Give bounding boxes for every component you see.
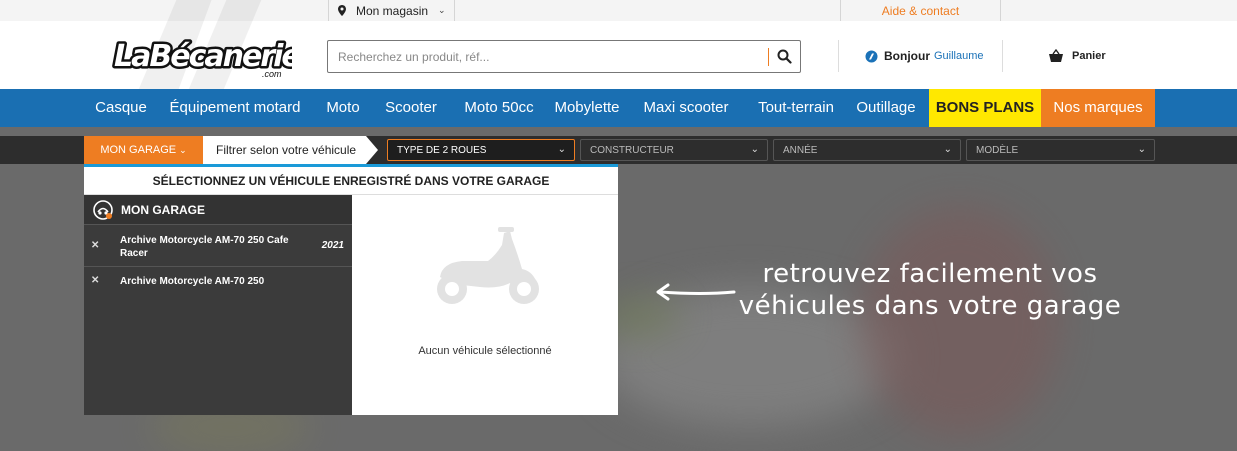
garage-sidebar-header: MON GARAGE: [84, 195, 352, 225]
panel-title: SÉLECTIONNEZ UN VÉHICULE ENREGISTRÉ DANS…: [84, 167, 618, 195]
vehicle-year: 2021: [321, 240, 344, 251]
garage-dropdown-panel: SÉLECTIONNEZ UN VÉHICULE ENREGISTRÉ DANS…: [84, 164, 618, 415]
empty-state-message: Aucun véhicule sélectionné: [418, 345, 552, 357]
callout-line-2: véhicules dans votre garage: [738, 291, 1122, 321]
remove-vehicle-icon[interactable]: ✕: [91, 275, 99, 286]
my-garage-button[interactable]: MON GARAGE ⌄: [84, 136, 203, 164]
year-value: ANNÉE: [783, 144, 818, 156]
garage-vehicle-item[interactable]: ✕ Archive Motorcycle AM-70 250 Cafe Race…: [84, 226, 352, 267]
help-contact-link[interactable]: Aide & contact: [840, 0, 1001, 21]
manufacturer-value: CONSTRUCTEUR: [590, 144, 674, 156]
vehicle-preview-area: Aucun véhicule sélectionné: [352, 195, 618, 415]
remove-vehicle-icon[interactable]: ✕: [91, 240, 99, 251]
chevron-down-icon: ⌄: [1137, 144, 1146, 155]
chevron-down-icon: ⌄: [750, 144, 759, 155]
search-box: [327, 40, 801, 73]
nav-item-casque[interactable]: Casque: [86, 89, 156, 127]
cart-link[interactable]: Panier: [1048, 49, 1106, 63]
vehicle-type-select[interactable]: TYPE DE 2 ROUES ⌄: [387, 139, 575, 161]
nav-item-tout-terrain[interactable]: Tout-terrain: [746, 89, 846, 127]
main-navigation: Casque Équipement motard Moto Scooter Mo…: [0, 89, 1237, 127]
greeting-text: Bonjour: [884, 49, 930, 63]
account-link[interactable]: Bonjour Guillaume: [865, 49, 984, 63]
search-icon: [777, 49, 792, 64]
store-selector[interactable]: Mon magasin ⌄: [328, 0, 455, 21]
nav-item-moto-50cc[interactable]: Moto 50cc: [452, 89, 546, 127]
user-badge-icon: [865, 50, 878, 62]
svg-text:.com: .com: [262, 69, 282, 79]
search-input[interactable]: [328, 41, 768, 72]
basket-icon: [1049, 49, 1063, 62]
header-divider: [1002, 40, 1003, 72]
garage-icon: [93, 199, 113, 220]
filter-label: Filtrer selon votre véhicule: [203, 136, 378, 164]
nav-item-bons-plans[interactable]: BONS PLANS: [929, 89, 1041, 127]
chevron-down-icon: ⌄: [943, 144, 952, 155]
nav-item-equipement-motard[interactable]: Équipement motard: [162, 89, 308, 127]
nav-item-outillage[interactable]: Outillage: [852, 89, 920, 127]
chevron-down-icon: ⌄: [438, 5, 446, 15]
store-label: Mon magasin: [356, 3, 429, 18]
callout-line-1: retrouvez facilement vos: [762, 259, 1098, 289]
nav-item-mobylette[interactable]: Mobylette: [548, 89, 626, 127]
year-select[interactable]: ANNÉE ⌄: [773, 139, 961, 161]
vehicle-name: Archive Motorcycle AM-70 250 Cafe Racer: [120, 235, 289, 259]
chevron-down-icon: ⌄: [179, 144, 187, 155]
scooter-placeholder-icon: [437, 227, 539, 304]
site-header: LaBécanerie LaBécanerie .com Bonjour Gui…: [0, 0, 1237, 91]
my-garage-label: MON GARAGE: [100, 144, 177, 156]
vehicle-name: Archive Motorcycle AM-70 250: [120, 276, 265, 287]
model-value: MODÈLE: [976, 144, 1019, 156]
cart-label: Panier: [1072, 50, 1106, 62]
location-pin-icon: [338, 5, 346, 16]
blurred-background: [860, 207, 1060, 437]
search-button[interactable]: [769, 41, 800, 72]
garage-sidebar: MON GARAGE ✕ Archive Motorcycle AM-70 25…: [84, 195, 352, 415]
promo-callout: retrouvez facilement vos véhicules dans …: [700, 258, 1160, 322]
user-name: Guillaume: [934, 50, 984, 62]
model-select[interactable]: MODÈLE ⌄: [966, 139, 1155, 161]
site-logo[interactable]: LaBécanerie LaBécanerie .com: [112, 30, 306, 80]
logo-graphic: LaBécanerie LaBécanerie .com: [112, 37, 306, 80]
nav-item-nos-marques[interactable]: Nos marques: [1041, 89, 1155, 127]
manufacturer-select[interactable]: CONSTRUCTEUR ⌄: [580, 139, 768, 161]
garage-sidebar-title: MON GARAGE: [121, 202, 205, 217]
vehicle-type-value: TYPE DE 2 ROUES: [397, 144, 487, 156]
nav-item-moto[interactable]: Moto: [314, 89, 372, 127]
nav-item-maxi-scooter[interactable]: Maxi scooter: [636, 89, 736, 127]
nav-item-scooter[interactable]: Scooter: [376, 89, 446, 127]
vehicle-filter-bar: MON GARAGE ⌄ Filtrer selon votre véhicul…: [0, 136, 1237, 164]
chevron-down-icon: ⌄: [557, 144, 566, 155]
header-divider: [838, 40, 839, 72]
garage-vehicle-item[interactable]: ✕ Archive Motorcycle AM-70 250: [84, 267, 352, 295]
